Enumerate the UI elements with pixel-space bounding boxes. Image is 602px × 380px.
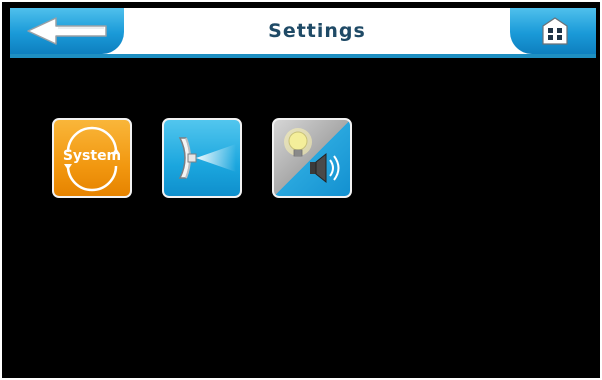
- settings-screen: Settings System: [0, 0, 602, 380]
- light-beam-tile[interactable]: [162, 118, 242, 198]
- light-sound-tile[interactable]: [272, 118, 352, 198]
- system-tile[interactable]: System: [52, 118, 132, 198]
- home-button[interactable]: [510, 8, 596, 54]
- home-icon: [542, 17, 568, 45]
- light-bulb-speaker-icon: [284, 128, 340, 184]
- back-button[interactable]: [10, 8, 124, 54]
- header-bar: Settings: [10, 8, 596, 58]
- back-arrow-icon: [27, 17, 107, 45]
- page-title: Settings: [268, 20, 366, 42]
- light-beam-icon: [178, 137, 236, 179]
- system-label: System: [62, 148, 122, 164]
